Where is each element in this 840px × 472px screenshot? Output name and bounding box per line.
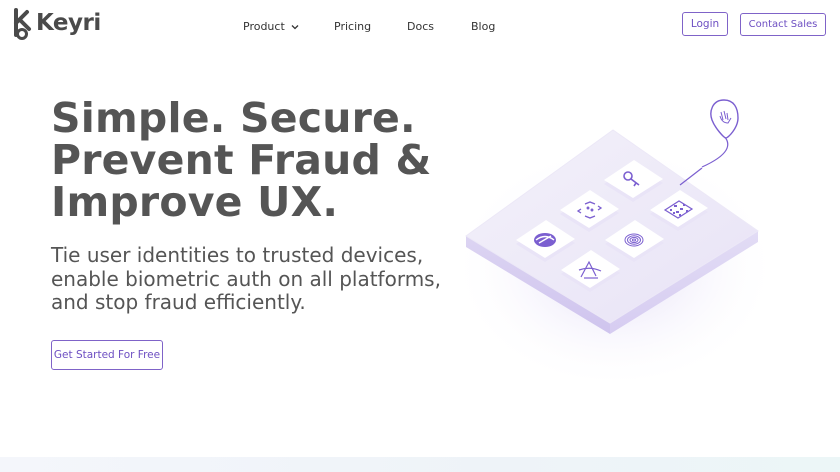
nav-pricing[interactable]: Pricing — [334, 20, 371, 34]
logo-wordmark: Keyri — [36, 9, 101, 36]
hero-illustration — [450, 99, 780, 380]
nav-blog[interactable]: Blog — [471, 20, 495, 34]
hero-subtitle-line: and stop fraud efficiently. — [51, 290, 306, 314]
location-pin-hand-icon — [710, 99, 739, 139]
nav-product-label: Product — [243, 20, 285, 33]
hero-title: Simple. Secure. Prevent Fraud & Improve … — [51, 97, 432, 223]
nav-docs[interactable]: Docs — [407, 20, 434, 34]
next-section-band — [0, 457, 840, 472]
login-button[interactable]: Login — [682, 12, 728, 36]
hero-subtitle-line: Tie user identities to trusted devices, — [51, 243, 424, 267]
hero-title-line: Improve UX. — [51, 178, 339, 226]
hero-title-line: Simple. Secure. — [51, 94, 416, 142]
hero-subtitle: Tie user identities to trusted devices, … — [51, 243, 441, 315]
shield-eye-icon — [534, 233, 556, 247]
hero-subtitle-line: enable biometric auth on all platforms, — [51, 266, 441, 291]
get-started-button[interactable]: Get Started For Free — [51, 340, 163, 370]
chevron-down-icon — [291, 24, 299, 30]
nav-product[interactable]: Product — [243, 20, 299, 34]
hero-title-line: Prevent Fraud & — [51, 136, 432, 184]
logo[interactable]: Keyri — [13, 7, 101, 41]
contact-sales-button[interactable]: Contact Sales — [740, 13, 826, 36]
keyri-logo-icon — [14, 8, 31, 40]
